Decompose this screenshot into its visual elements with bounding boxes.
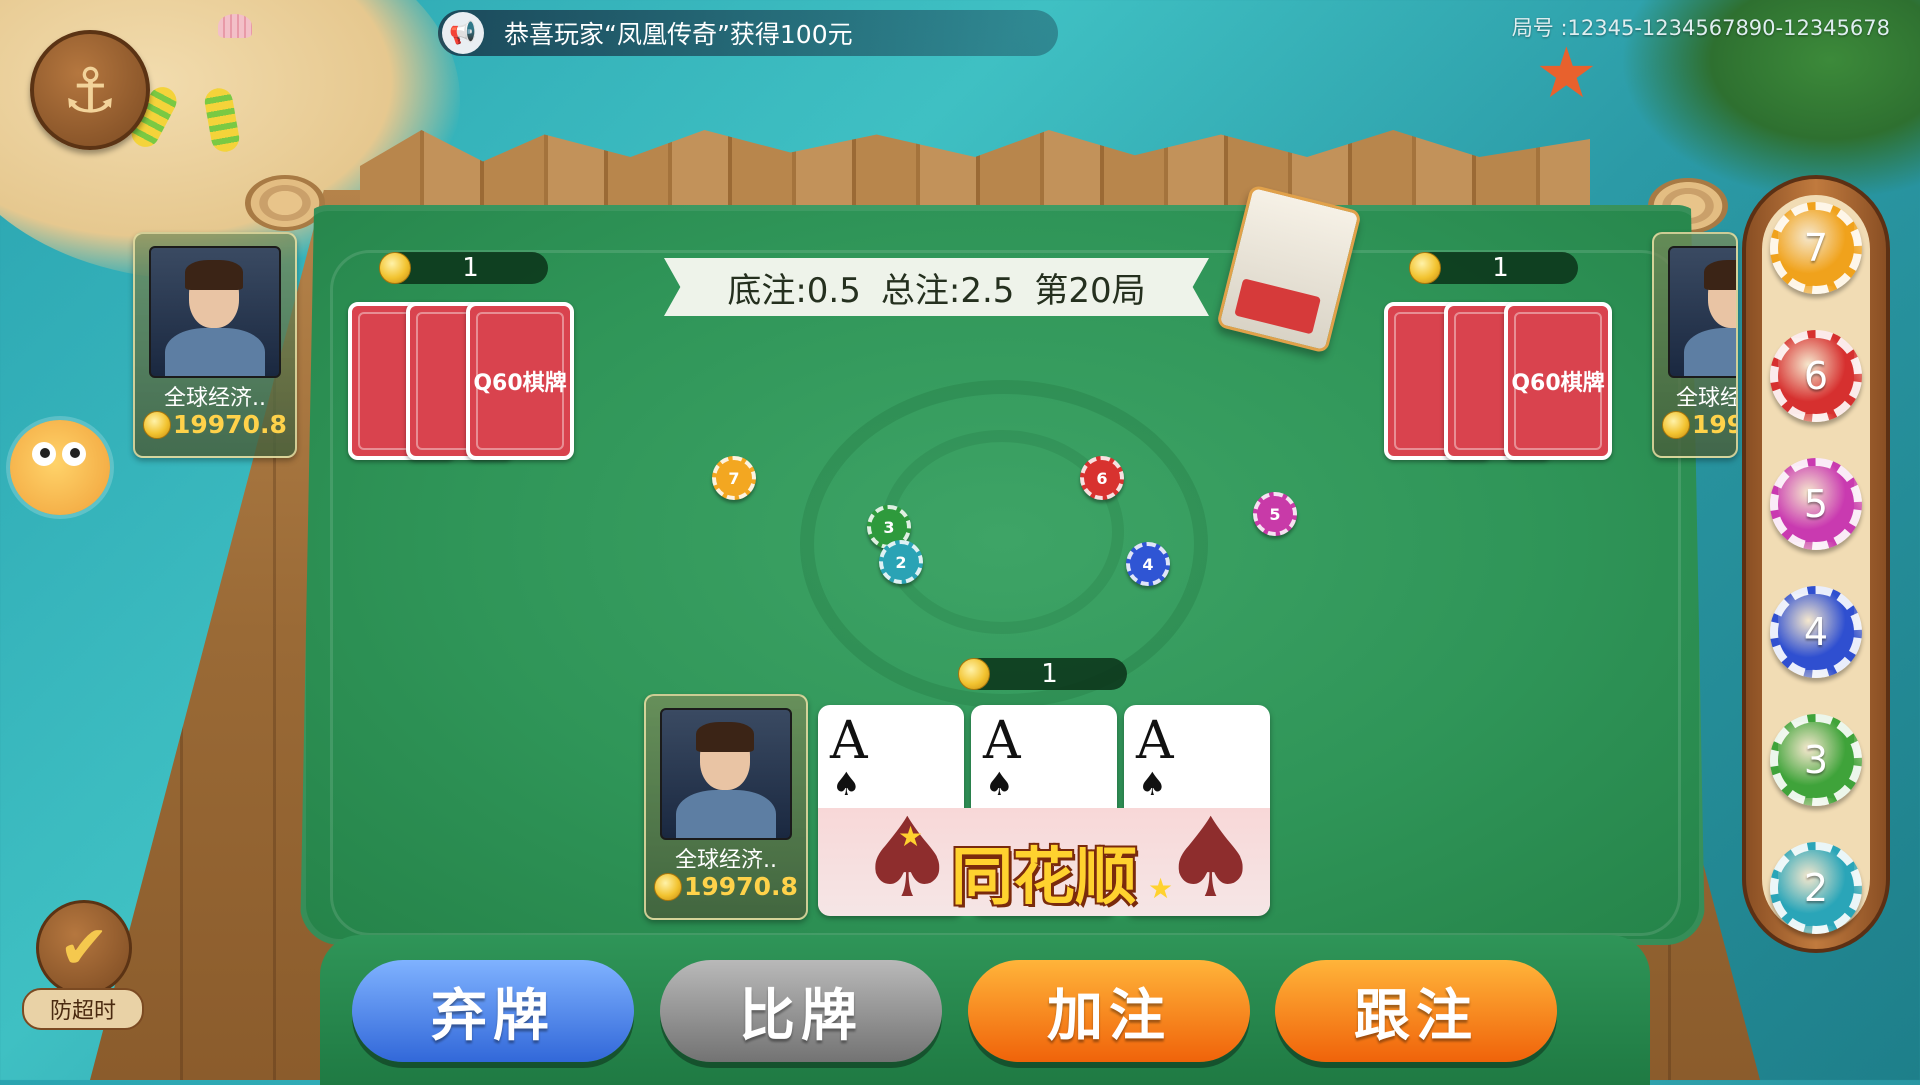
avatar [660,708,792,840]
player-self[interactable]: 全球经济.. 19970.8 [644,694,808,920]
coin-icon [143,410,171,439]
star-icon: ★ [898,820,924,853]
spade-icon: ♠ [985,765,1014,803]
coin-icon [379,252,411,284]
player-right-card: Q60棋牌 [1504,302,1612,460]
anti-timeout-label: 防超时 [22,988,144,1030]
table-chip: 6 [1080,456,1124,500]
coin-icon [958,658,990,690]
spade-icon: ♠ [1138,765,1167,803]
anti-timeout-toggle[interactable]: ✔ 防超时 [22,900,144,1030]
player-left-bet: 1 [379,252,548,284]
base-bet: 底注:0.5 [727,270,861,311]
table-chip: 5 [1253,492,1297,536]
chip-button[interactable]: 6 [1770,330,1862,422]
avatar [1668,246,1736,378]
anchor-icon: ⚓ [62,53,118,127]
round-number: 第20局 [1034,270,1146,311]
compare-button[interactable]: 比牌 [660,960,942,1062]
coin-icon [654,872,682,901]
chip-button[interactable]: 3 [1770,714,1862,806]
pufferfish-decoration [10,420,110,515]
chip-button[interactable]: 7 [1770,202,1862,294]
star-icon: ★ [1148,872,1174,905]
player-left[interactable]: 全球经济.. 19970.8 [133,232,297,458]
player-name: 全球经济.. [164,386,266,411]
my-bet: 1 [958,658,1127,690]
seashell-decoration [218,14,252,38]
bet-info-banner: 底注:0.5 总注:2.5 第20局 [664,258,1209,316]
chip-button[interactable]: 5 [1770,458,1862,550]
fold-button[interactable]: 弃牌 [352,960,634,1062]
chip-button[interactable]: 2 [1770,842,1862,934]
table-chip: 7 [712,456,756,500]
chip-button[interactable]: 4 [1770,586,1862,678]
speaker-icon: 📢 [442,12,484,54]
player-right[interactable]: 全球经 199 [1652,232,1738,458]
player-right-bet: 1 [1409,252,1578,284]
player-name: 全球经济.. [675,848,777,873]
player-money: 19970.8 [143,410,293,439]
table-chip: 4 [1126,542,1170,586]
room-id: 局号 :12345-1234567890-12345678 [1511,16,1890,40]
hand-result-label: 同花顺 [950,840,1137,913]
total-bet: 总注:2.5 [880,270,1015,311]
anchor-menu-button[interactable]: ⚓ [30,30,150,150]
raise-button[interactable]: 加注 [968,960,1250,1062]
call-button[interactable]: 跟注 [1275,960,1557,1062]
avatar [149,246,281,378]
notice-marquee: 📢 恭喜玩家“凤凰传奇”获得100元 [438,10,1058,56]
hand-result-banner: ♠ ♠ 同花顺 ★ ★ [818,808,1270,916]
log-left [245,175,325,231]
player-left-card: Q60棋牌 [466,302,574,460]
notice-text: 恭喜玩家“凤凰传奇”获得100元 [504,20,853,49]
player-money: 199 [1662,410,1736,439]
table-chip: 2 [879,540,923,584]
coin-icon [1409,252,1441,284]
player-money: 19970.8 [654,872,804,901]
player-name: 全球经 [1675,386,1738,411]
check-icon: ✔ [36,900,132,996]
spade-icon: ♠ [832,765,861,803]
starfish-decoration: ★ [1535,32,1598,114]
coin-icon [1662,410,1690,439]
